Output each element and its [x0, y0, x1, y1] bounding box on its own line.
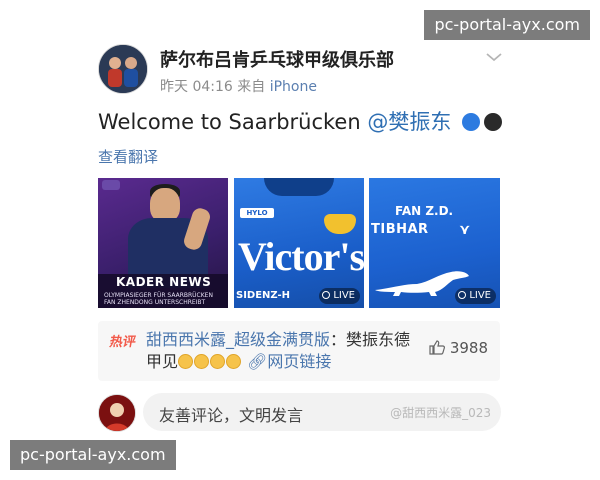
sponsor-label: HYLO: [240, 208, 274, 218]
jersey-brand-text: TIBHAR: [371, 222, 429, 237]
post-text-body: Welcome to Saarbrücken: [98, 110, 368, 134]
hot-comment-user[interactable]: 甜西西米露_超级金满贯版: [146, 330, 330, 349]
jersey-bottom-text: SIDENZ-H: [236, 290, 291, 301]
cat-emoji-icon: [210, 354, 226, 369]
thumbs-up-icon: [429, 340, 446, 355]
cat-emoji-icon: [178, 354, 194, 369]
hot-comment-tag: 热评: [108, 335, 137, 350]
my-avatar[interactable]: [98, 394, 136, 432]
jersey-name-text: FAN Z.D.: [395, 204, 454, 218]
post-image-1[interactable]: KADER NEWS OLYMPIASIEGER FÜR SAARBRÜCKEN…: [98, 178, 228, 308]
club-logo-icon: [102, 180, 120, 190]
image-subtitle-line: FAN ZHENDONG UNTERSCHREIBT: [104, 299, 206, 306]
watermark-label-bottom: pc-portal-ayx.com: [10, 440, 176, 470]
live-label: LIVE: [333, 290, 355, 301]
image-watermark: @甜西西米露_023: [390, 406, 491, 420]
cat-emoji-icon: [194, 354, 210, 369]
watermark-label-top: pc-portal-ayx.com: [424, 10, 590, 40]
club-badge-icon: [324, 214, 356, 234]
hot-comment-box[interactable]: 热评 甜西西米露_超级金满贯版：樊振东德甲见 🔗︎网页链接 3988: [98, 321, 500, 381]
web-link[interactable]: 🔗︎网页链接: [247, 352, 331, 371]
like-button[interactable]: 3988: [429, 339, 488, 357]
weibo-post-card: 萨尔布吕肯乒乓球甲级俱乐部 昨天 04:16 来自 iPhone Welcome…: [0, 0, 600, 480]
chevron-down-icon[interactable]: [484, 50, 504, 64]
live-photo-badge[interactable]: LIVE: [455, 288, 496, 304]
like-count: 3988: [449, 339, 488, 357]
jersey-sponsor-text: Victor's: [238, 234, 364, 279]
web-link-label: 网页链接: [267, 352, 332, 371]
link-icon: 🔗︎: [247, 352, 268, 371]
post-author-name[interactable]: 萨尔布吕肯乒乓球甲级俱乐部: [160, 46, 394, 72]
translate-link[interactable]: 查看翻译: [98, 146, 158, 167]
post-image-3[interactable]: FAN Z.D. TIBHAR ⋎ LIVE: [369, 178, 500, 308]
post-time: 昨天 04:16: [160, 79, 233, 95]
live-label: LIVE: [469, 290, 491, 301]
my-avatar-image: [99, 395, 135, 431]
post-image-2[interactable]: HYLO Victor's SIDENZ-H LIVE: [234, 178, 364, 308]
post-source-prefix: 来自: [237, 79, 266, 95]
black-circle-emoji-icon: [484, 113, 503, 131]
post-device[interactable]: iPhone: [270, 79, 317, 95]
club-avatar-image: [99, 45, 147, 93]
tibhar-logo-icon: ⋎: [459, 222, 471, 238]
post-meta: 昨天 04:16 来自 iPhone: [160, 76, 317, 96]
image-title: KADER NEWS: [116, 275, 212, 289]
comment-input[interactable]: 友善评论，文明发言 @甜西西米露_023: [143, 393, 501, 431]
post-text: Welcome to Saarbrücken @樊振东: [98, 106, 503, 136]
image-subtitle: OLYMPIASIEGER FÜR SAARBRÜCKEN FAN ZHENDO…: [104, 292, 213, 306]
image-subtitle-line: OLYMPIASIEGER FÜR SAARBRÜCKEN: [104, 292, 213, 299]
cat-emoji-icon: [226, 354, 242, 369]
hot-comment-text: 甜西西米露_超级金满贯版：樊振东德甲见 🔗︎网页链接: [146, 329, 426, 373]
comment-placeholder: 友善评论，文明发言: [159, 406, 304, 425]
club-avatar[interactable]: [98, 44, 148, 94]
live-photo-badge[interactable]: LIVE: [319, 288, 360, 304]
mention-link[interactable]: @樊振东: [367, 110, 451, 134]
live-photo-icon: [458, 291, 467, 299]
jersey-collar: [264, 178, 334, 196]
live-photo-icon: [322, 291, 331, 299]
blue-circle-emoji-icon: [462, 113, 481, 131]
